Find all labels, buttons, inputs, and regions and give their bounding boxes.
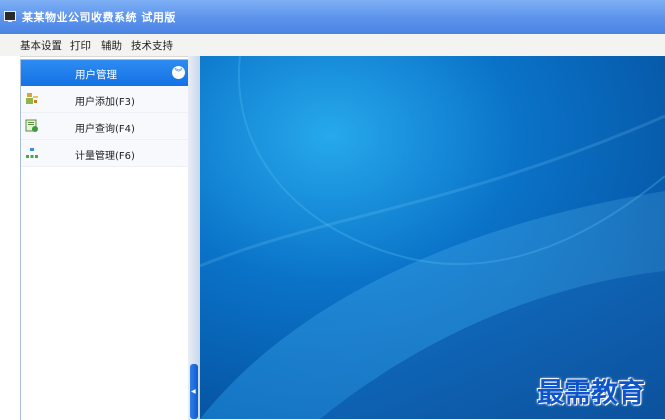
sidebar-item-label: 用户查询(F4) xyxy=(75,124,135,135)
sidebar-item-label: 计量管理(F6) xyxy=(75,151,135,162)
sidebar-item-label: 用户添加(F3) xyxy=(75,97,135,108)
window-title: 某某物业公司收费系统 试用版 xyxy=(22,11,176,24)
app-window-icon xyxy=(4,11,16,22)
collapse-icon[interactable]: ︾ xyxy=(172,66,185,79)
splitter-toggle[interactable]: ◀ xyxy=(190,364,198,419)
title-bar: 某某物业公司收费系统 试用版 xyxy=(0,0,665,34)
menu-assist[interactable]: 辅助 xyxy=(101,38,122,53)
collapse-left-icon: ◀ xyxy=(191,388,196,395)
watermark-text: 最需教育 xyxy=(537,378,645,409)
main-workspace: 最需教育 xyxy=(200,56,665,419)
panel-splitter[interactable]: ◀ xyxy=(188,56,200,419)
menu-basic-settings[interactable]: 基本设置 xyxy=(20,38,62,53)
sidebar-panel: 用户管理 ︾ 用户添加(F3) 用户查询(F4) 计量管理(F6) xyxy=(20,59,190,420)
sidebar-header-label: 用户管理 xyxy=(75,69,117,81)
sidebar-item-meter-management[interactable]: 计量管理(F6) xyxy=(21,140,189,167)
sidebar-item-user-add[interactable]: 用户添加(F3) xyxy=(21,86,189,113)
wallpaper-image xyxy=(200,56,665,419)
sidebar-item-user-search[interactable]: 用户查询(F4) xyxy=(21,113,189,140)
left-margin xyxy=(0,56,20,419)
menu-tech-support[interactable]: 技术支持 xyxy=(131,38,173,53)
menu-print[interactable]: 打印 xyxy=(70,38,91,53)
menu-bar: 基本设置 打印 辅助 技术支持 xyxy=(0,34,665,57)
sidebar-header[interactable]: 用户管理 ︾ xyxy=(21,60,189,86)
